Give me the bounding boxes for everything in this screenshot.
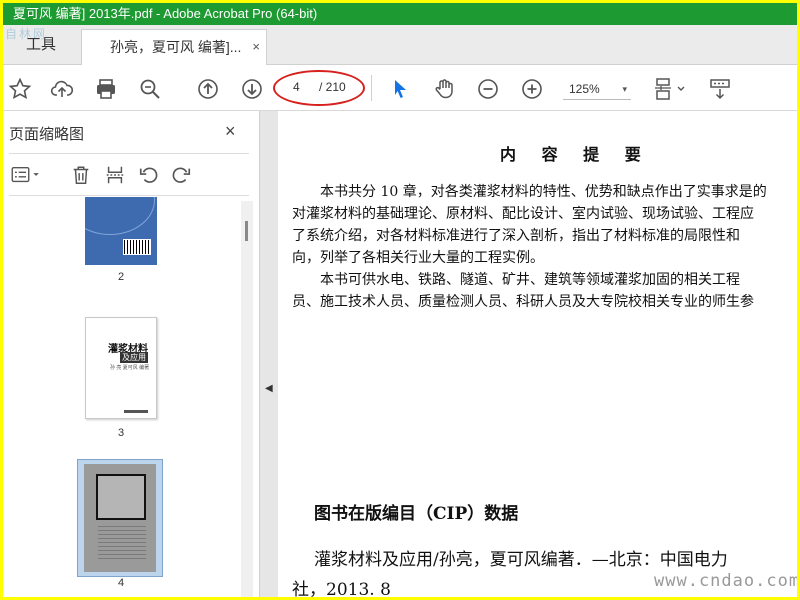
thumbnail-toolbar bbox=[3, 155, 260, 193]
zoom-out-icon[interactable] bbox=[475, 76, 501, 102]
thumbnail-content-box bbox=[96, 474, 146, 520]
chevron-down-icon: ▾ bbox=[622, 84, 627, 94]
cip-line: 社，2013. 8 bbox=[292, 580, 391, 597]
divider bbox=[9, 195, 249, 196]
barcode bbox=[123, 239, 151, 255]
rotate-ccw-icon[interactable] bbox=[137, 163, 161, 187]
scroll-mode-icon[interactable] bbox=[707, 76, 733, 102]
window-title: 夏可风 编著] 2013年.pdf - Adobe Acrobat Pro (6… bbox=[13, 6, 318, 21]
thumbnail-label: 3 bbox=[117, 427, 125, 439]
tab-bar: 自林网 工具 孙亮，夏可风 编著]... × bbox=[3, 25, 797, 65]
paragraph-line: 本书可供水电、铁路、隧道、矿井、建筑等领域灌浆加固的相关工程 bbox=[320, 272, 740, 288]
select-arrow-icon[interactable] bbox=[387, 76, 413, 102]
options-icon[interactable] bbox=[9, 163, 43, 187]
cover-graphic bbox=[85, 197, 155, 235]
tab-document[interactable]: 孙亮，夏可风 编著]... × bbox=[81, 29, 267, 65]
arrow-down-icon[interactable] bbox=[239, 76, 265, 102]
thumbnail-label: 2 bbox=[117, 271, 125, 283]
panel-splitter[interactable]: ◀ bbox=[260, 111, 278, 597]
thumbnail-list: 2 灌浆材料 及应用 孙 亮 夏可风 编著 3 4 bbox=[3, 197, 239, 597]
close-icon[interactable]: × bbox=[225, 121, 236, 142]
cloud-upload-icon[interactable] bbox=[49, 76, 75, 102]
paragraph-line: 员、施工技术人员、质量检测人员、科研人员及大专院校相关专业的师生参 bbox=[292, 294, 754, 310]
zoom-search-icon[interactable] bbox=[137, 76, 163, 102]
rotate-cw-icon[interactable] bbox=[169, 163, 193, 187]
delete-icon[interactable] bbox=[69, 163, 93, 187]
toolbar-separator bbox=[371, 75, 372, 101]
close-icon[interactable]: × bbox=[252, 30, 260, 64]
page-thumbnails-panel: 页面缩略图 × 2 灌浆材料 及应用 孙 亮 夏可风 编著 3 4 bbox=[3, 111, 260, 597]
thumbnail-label: 4 bbox=[117, 577, 125, 589]
paragraph-line: 对灌浆材料的基础理论、原材料、配比设计、室内试验、现场试验、工程应 bbox=[292, 206, 754, 222]
page-heading: 内 容 提 要 bbox=[500, 145, 651, 164]
app-window: 夏可风 编著] 2013年.pdf - Adobe Acrobat Pro (6… bbox=[3, 3, 797, 597]
page-thumbnail-3[interactable]: 灌浆材料 及应用 孙 亮 夏可风 编著 bbox=[85, 317, 157, 419]
zoom-level-select[interactable]: 125% ▾ bbox=[563, 78, 631, 100]
divider bbox=[9, 153, 249, 154]
arrow-up-icon[interactable] bbox=[195, 76, 221, 102]
panel-title: 页面缩略图 bbox=[9, 126, 85, 143]
page-thumbnail-4 bbox=[84, 464, 156, 572]
thumbnail-text-lines bbox=[98, 526, 146, 562]
paragraph-line: 向，列举了各相关行业大量的工程实例。 bbox=[292, 250, 544, 266]
print-icon[interactable] bbox=[93, 76, 119, 102]
total-pages: / 210 bbox=[319, 80, 346, 94]
zoom-level-value: 125% bbox=[569, 82, 600, 96]
hand-icon[interactable] bbox=[431, 76, 457, 102]
cover-authors: 孙 亮 夏可风 编著 bbox=[110, 365, 150, 371]
collapse-arrow-icon[interactable]: ◀ bbox=[265, 383, 273, 394]
document-view: 内 容 提 要 本书共分 10 章，对各类灌浆材料的特性、优势和缺点作出了实事求… bbox=[278, 111, 797, 597]
page-fit-icon[interactable] bbox=[651, 76, 691, 102]
page-thumbnail-4-selected[interactable] bbox=[77, 459, 163, 577]
paragraph-line: 本书共分 10 章，对各类灌浆材料的特性、优势和缺点作出了实事求是的 bbox=[320, 184, 767, 200]
cip-line: 灌浆材料及应用/孙亮，夏可风编著．—北京：中国电力 bbox=[314, 550, 728, 570]
paragraph-line: 了系统介绍，对各材料标准进行了深入剖析，指出了材料标准的局限性和 bbox=[292, 228, 740, 244]
cover-subtitle: 及应用 bbox=[120, 352, 148, 363]
cip-heading: 图书在版编目（CIP）数据 bbox=[314, 504, 519, 524]
zoom-in-icon[interactable] bbox=[519, 76, 545, 102]
publisher-logo bbox=[124, 410, 148, 413]
page-navigator[interactable]: 4 / 210 bbox=[273, 70, 365, 106]
main-toolbar: 4 / 210 125% ▾ bbox=[3, 65, 797, 111]
window-title-bar: 夏可风 编著] 2013年.pdf - Adobe Acrobat Pro (6… bbox=[3, 3, 797, 25]
insert-page-icon[interactable] bbox=[103, 163, 127, 187]
page-thumbnail-2[interactable] bbox=[85, 197, 157, 265]
thumbnail-scrollbar[interactable] bbox=[241, 201, 253, 597]
tab-document-label: 孙亮，夏可风 编著]... bbox=[110, 39, 242, 55]
tab-tools[interactable]: 工具 bbox=[3, 25, 79, 65]
current-page-input[interactable]: 4 bbox=[293, 80, 300, 94]
site-watermark: www.cndao.com bbox=[654, 571, 797, 591]
star-icon[interactable] bbox=[7, 76, 33, 102]
scrollbar-thumb[interactable] bbox=[245, 221, 248, 241]
